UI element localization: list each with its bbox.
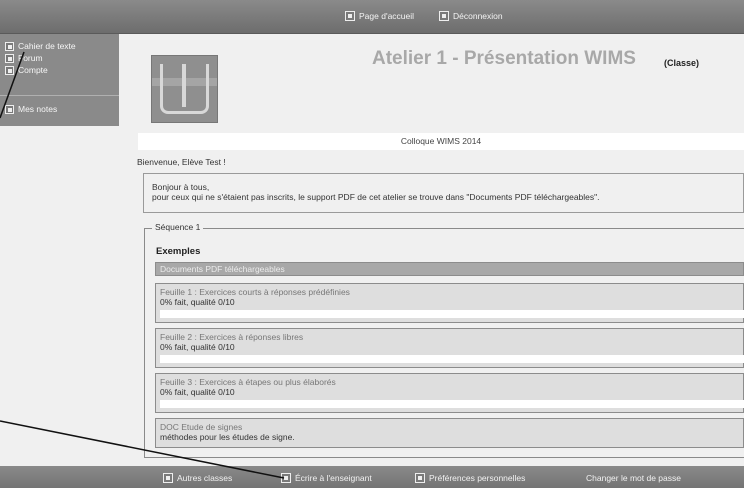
- footer-link-change-password[interactable]: Changer le mot de passe: [586, 473, 681, 483]
- sheet-title[interactable]: Feuille 2 : Exercices à réponses libres: [160, 332, 303, 342]
- document-title[interactable]: DOC Etude de signes: [160, 422, 242, 432]
- home-link[interactable]: Page d'accueil: [345, 11, 414, 21]
- sidebar-item-compte[interactable]: Compte: [5, 65, 48, 75]
- home-icon: [345, 11, 355, 21]
- footer-link-ecrire-enseignant[interactable]: Écrire à l'enseignant: [281, 473, 372, 483]
- wims-logo: [151, 55, 218, 123]
- sidebar-divider: [0, 95, 119, 96]
- footer-link-label: Préférences personnelles: [429, 473, 526, 483]
- course-title: Atelier 1 - Présentation WIMS: [372, 48, 636, 69]
- footer-link-label: Écrire à l'enseignant: [295, 473, 372, 483]
- footer-link-preferences[interactable]: Préférences personnelles: [415, 473, 525, 483]
- footer-link-autres-classes[interactable]: Autres classes: [163, 473, 232, 483]
- welcome-text: Bienvenue, Elève Test !: [137, 157, 226, 167]
- sequence-legend: Séquence 1: [152, 222, 204, 232]
- page: Page d'accueil Déconnexion Cahier de tex…: [0, 0, 744, 488]
- sidebar-item-label: Forum: [18, 53, 43, 63]
- course-type-label: (Classe): [664, 58, 700, 68]
- account-icon: [5, 65, 14, 75]
- sheet-progress-bar: [160, 355, 744, 363]
- sidebar-item-label: Compte: [18, 65, 48, 75]
- sidebar-item-forum[interactable]: Forum: [5, 53, 43, 63]
- preferences-icon: [415, 473, 425, 483]
- document-description: méthodes pour les études de signe.: [160, 432, 295, 442]
- announcement-line-2: pour ceux qui ne s'étaient pas inscrits,…: [152, 192, 600, 202]
- colloque-banner: Colloque WIMS 2014: [138, 133, 744, 150]
- home-link-label: Page d'accueil: [359, 11, 415, 21]
- sheet-progress-bar: [160, 310, 744, 318]
- logout-icon: [439, 11, 449, 21]
- sidebar-item-label: Cahier de texte: [18, 41, 76, 51]
- classes-icon: [163, 473, 173, 483]
- grades-icon: [5, 104, 14, 114]
- sidebar-item-mes-notes[interactable]: Mes notes: [5, 104, 57, 114]
- sheet-progress: 0% fait, qualité 0/10: [160, 297, 235, 307]
- logout-link-label: Déconnexion: [453, 11, 503, 21]
- document-item[interactable]: DOC Etude de signes méthodes pour les ét…: [155, 418, 744, 448]
- sheet-item[interactable]: Feuille 1 : Exercices courts à réponses …: [155, 283, 744, 323]
- sheet-title[interactable]: Feuille 3 : Exercices à étapes ou plus é…: [160, 377, 336, 387]
- sheet-progress-bar: [160, 400, 744, 408]
- forum-icon: [5, 53, 14, 63]
- sheet-progress: 0% fait, qualité 0/10: [160, 387, 235, 397]
- notebook-icon: [5, 41, 14, 51]
- sheet-progress: 0% fait, qualité 0/10: [160, 342, 235, 352]
- bottom-nav-bar: Autres classes Écrire à l'enseignant Pré…: [0, 466, 744, 488]
- footer-link-label: Changer le mot de passe: [586, 473, 681, 483]
- mail-icon: [281, 473, 291, 483]
- section-heading: Exemples: [156, 246, 201, 257]
- sheet-item[interactable]: Feuille 3 : Exercices à étapes ou plus é…: [155, 373, 744, 413]
- announcement-box: Bonjour à tous, pour ceux qui ne s'étaie…: [143, 173, 744, 213]
- announcement-line-1: Bonjour à tous,: [152, 182, 210, 192]
- sidebar: Cahier de texte Forum Compte Mes notes: [0, 34, 119, 126]
- sidebar-item-label: Mes notes: [18, 104, 58, 114]
- top-nav-bar: Page d'accueil Déconnexion: [0, 0, 744, 34]
- sidebar-item-cahier-de-texte[interactable]: Cahier de texte: [5, 41, 76, 51]
- sheet-title[interactable]: Feuille 1 : Exercices courts à réponses …: [160, 287, 350, 297]
- documents-pdf-link[interactable]: Documents PDF téléchargeables: [155, 262, 744, 276]
- footer-link-label: Autres classes: [177, 473, 233, 483]
- logout-link[interactable]: Déconnexion: [439, 11, 503, 21]
- sheet-item[interactable]: Feuille 2 : Exercices à réponses libres …: [155, 328, 744, 368]
